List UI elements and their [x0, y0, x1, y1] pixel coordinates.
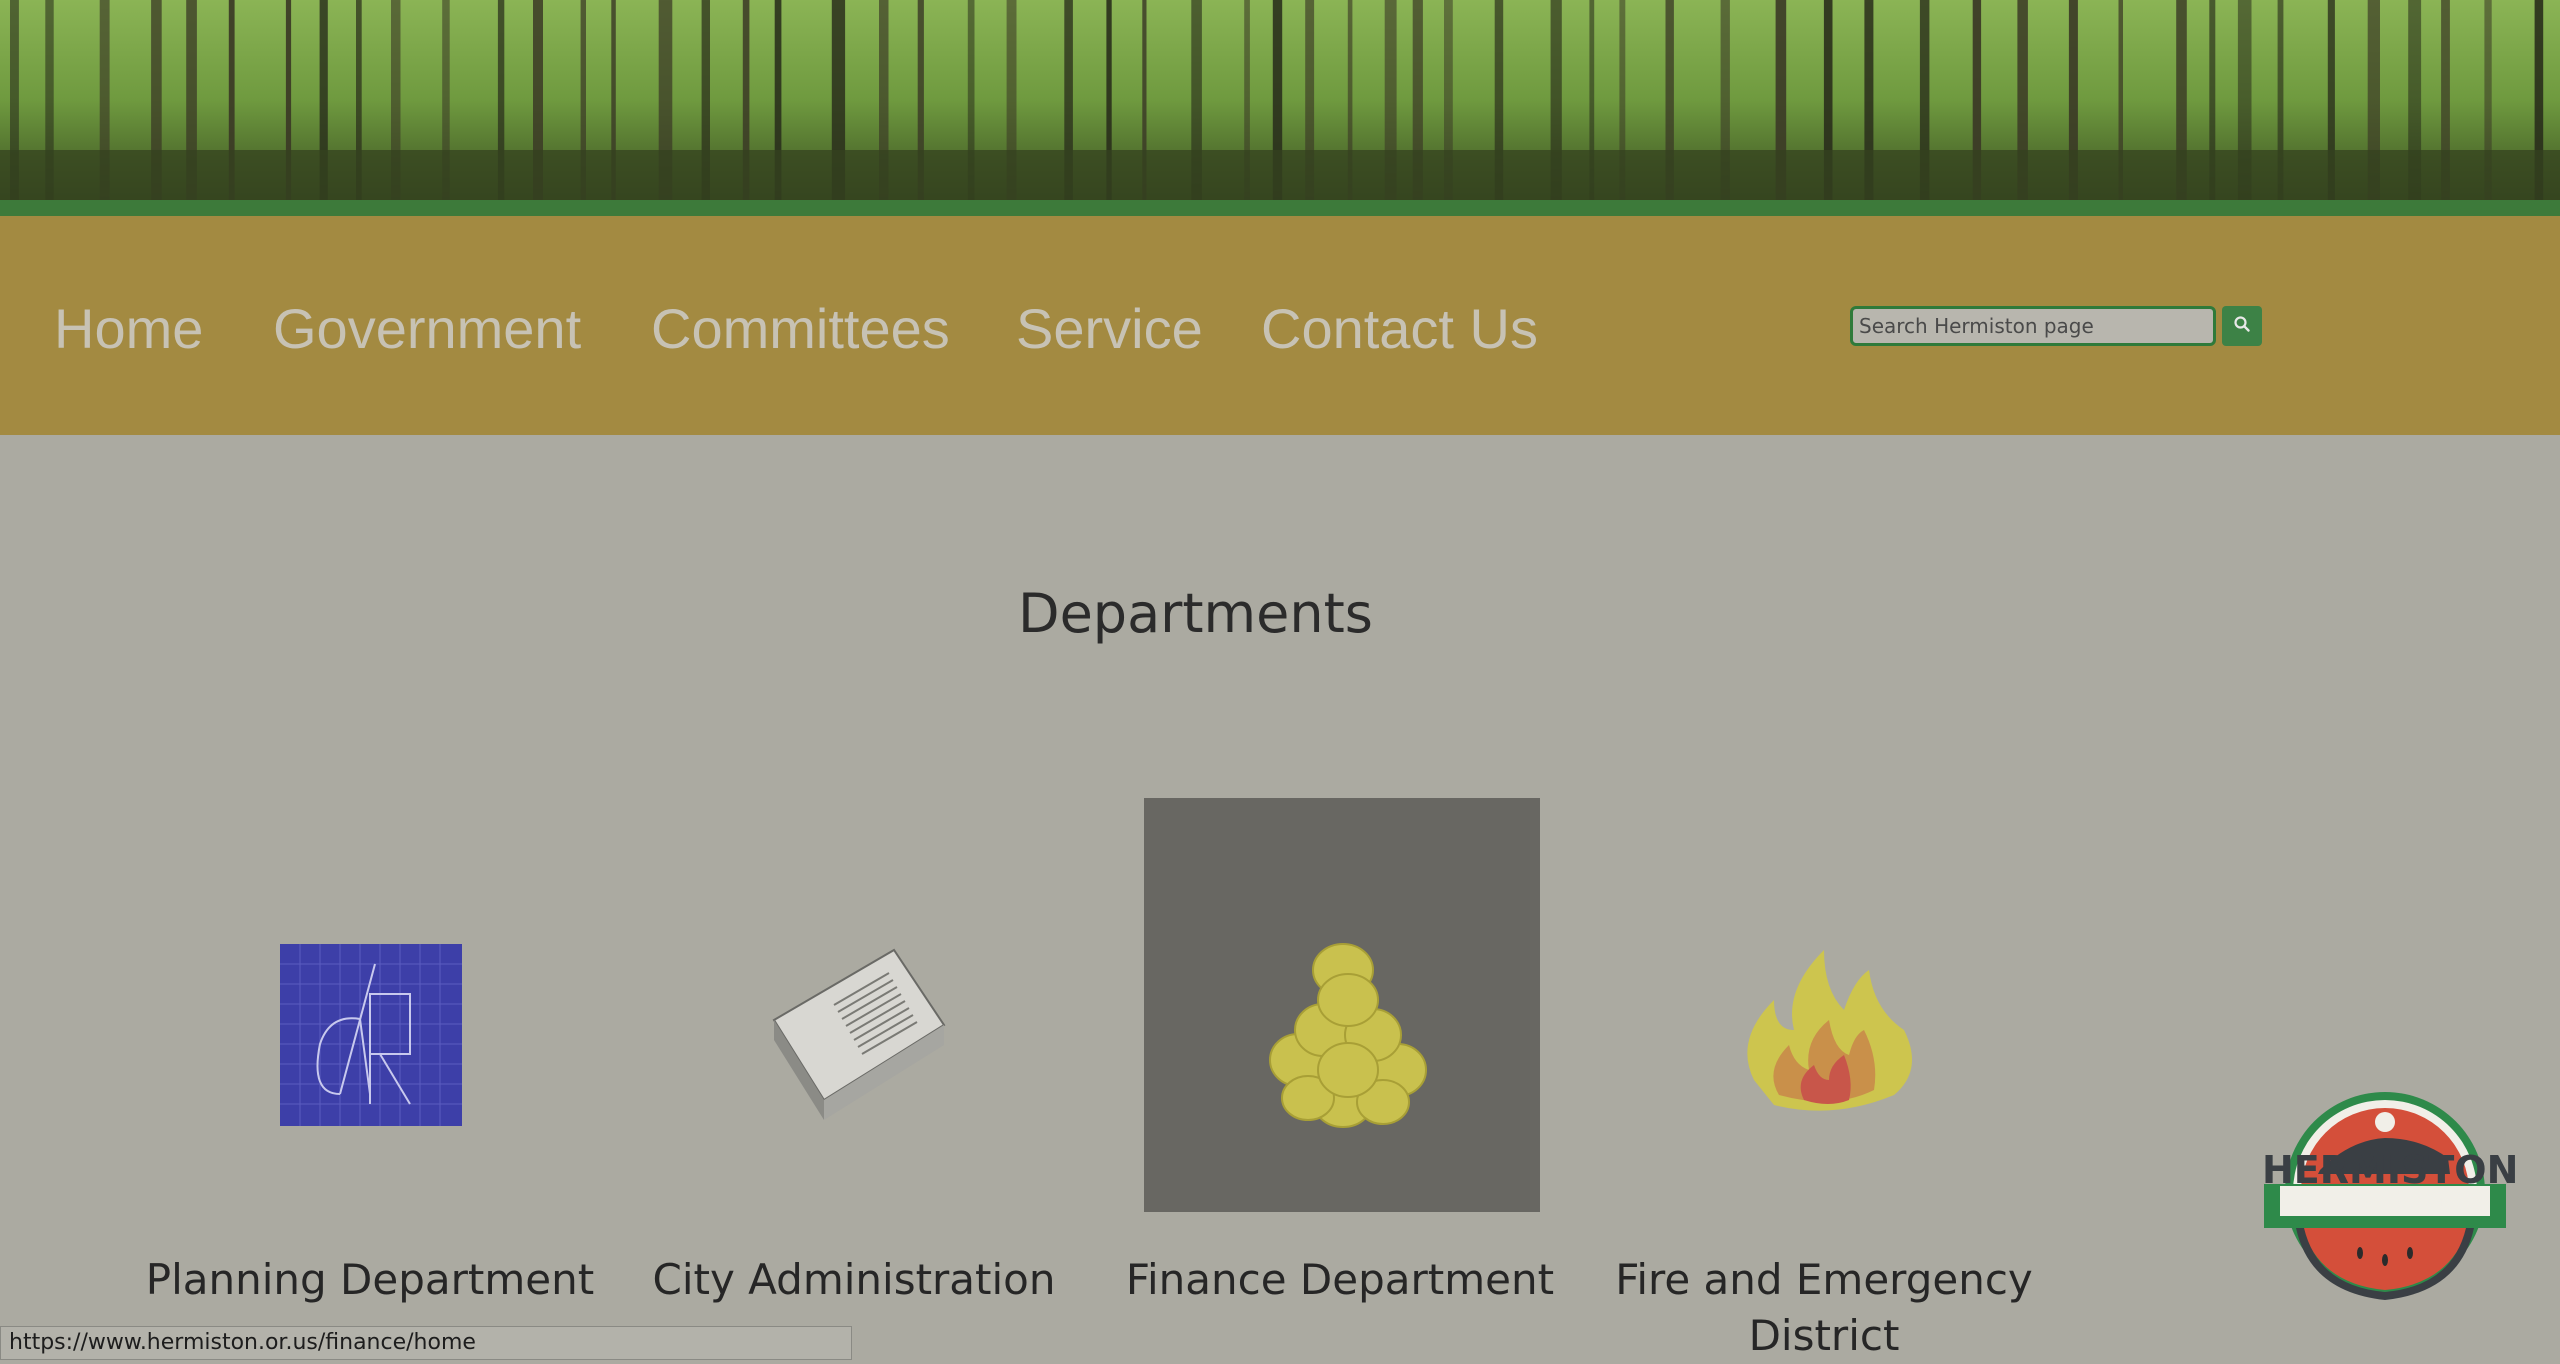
dept-city-administration[interactable]: City Administration [624, 940, 1084, 1360]
nav-committees[interactable]: Committees [651, 296, 950, 361]
banner-green-strip [0, 200, 2560, 216]
fire-icon [1734, 930, 1924, 1124]
nav-government[interactable]: Government [273, 296, 581, 361]
dept-label: City Administration [652, 1255, 1056, 1304]
nav-contact-us[interactable]: Contact Us [1261, 296, 1538, 361]
dept-fire-emergency[interactable]: Fire and Emergency District [1594, 940, 2054, 1362]
dept-planning[interactable]: Planning Department [140, 940, 600, 1360]
hermiston-seal [2264, 1092, 2506, 1300]
forest-image [0, 0, 2560, 200]
forest-banner [0, 0, 2560, 200]
search-button[interactable] [2222, 306, 2262, 346]
page-title: Departments [1018, 582, 1373, 645]
dept-finance[interactable]: Finance Department [1110, 940, 1570, 1360]
coins-icon [1248, 940, 1438, 1134]
nav-home[interactable]: Home [54, 296, 203, 361]
nav-service[interactable]: Service [1016, 296, 1203, 361]
main-navbar: Home Government Committees Service Conta… [0, 216, 2560, 435]
logo-name: HERMISTON [2262, 1148, 2519, 1192]
status-url-bar: https://www.hermiston.or.us/finance/home [0, 1326, 852, 1360]
dept-label: Fire and Emergency District [1615, 1255, 2033, 1360]
search-icon [2233, 315, 2251, 337]
dept-label: Planning Department [145, 1255, 595, 1304]
search-input[interactable] [1850, 306, 2216, 346]
dept-label: Finance Department [1125, 1255, 1555, 1304]
blueprint-icon [280, 944, 462, 1130]
book-icon [764, 940, 954, 1134]
logo-sub: OREGON [2314, 1196, 2456, 1216]
hermiston-logo[interactable]: HERMISTON OREGON [2260, 1078, 2519, 1306]
